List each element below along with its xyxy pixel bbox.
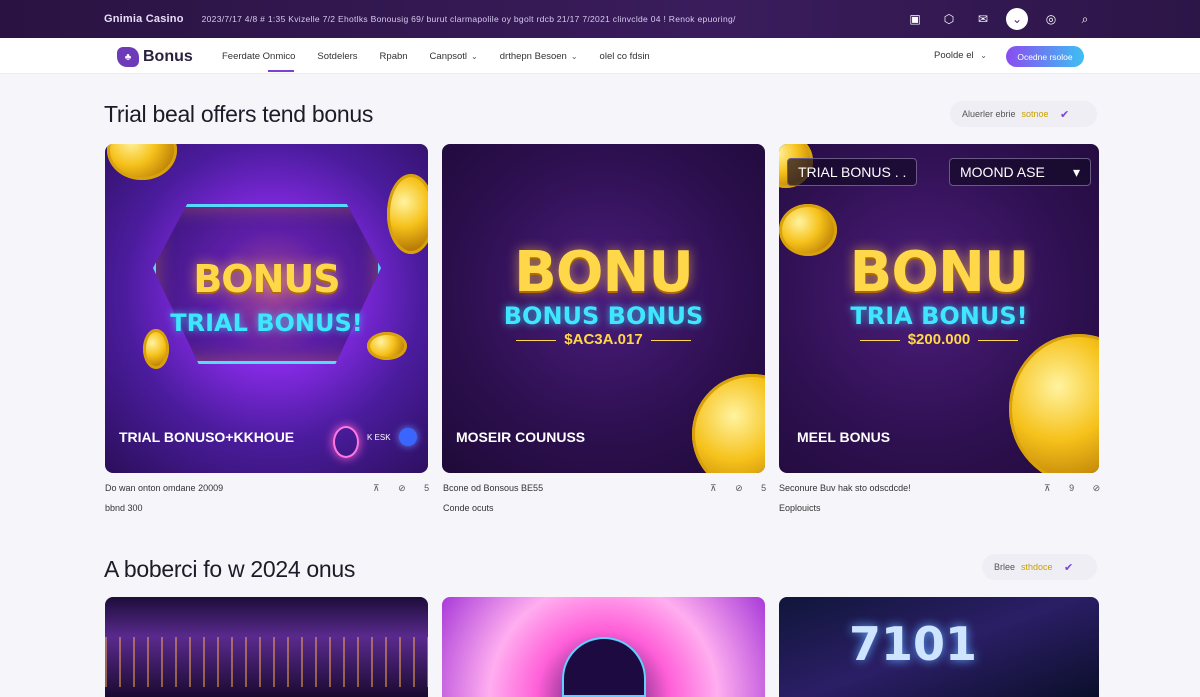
card-badge: K ESK	[367, 433, 391, 442]
brand-name[interactable]: Gnimia Casino	[104, 13, 184, 25]
nav-item-label: Feerdate Onmico	[222, 50, 296, 62]
nav-item-label: drthepn Besoen	[499, 50, 567, 62]
nav-item[interactable]: Feerdate Onmico	[222, 38, 295, 74]
card-stats[interactable]: ⊼ ⊘ 5	[373, 483, 437, 494]
top-bar: Gnimia Casino 2023/7/17 4/8 # 1:35 Kvize…	[0, 0, 1200, 38]
card-stats[interactable]: ⊼ 9 ⊘	[1044, 483, 1108, 494]
nav-item-label: Sotdelers	[317, 50, 358, 62]
card-stats[interactable]: ⊼ ⊘ 5	[710, 483, 774, 494]
dropdown-value: MOOND ASE	[960, 164, 1045, 180]
card-subtitle: BONUS BONUS	[503, 302, 704, 330]
light-stripes	[105, 637, 428, 687]
ticker-text: 2023/7/17 4/8 # 1:35 Kvizelle 7/2 Ehotlk…	[201, 14, 736, 24]
card-title: BONUS	[193, 257, 340, 301]
filter-pill[interactable]: Aluerler ebrie sotnoe ✔	[950, 101, 1097, 127]
check-icon: ✔	[1063, 561, 1074, 574]
coin-image	[387, 174, 428, 254]
bonus-dropdown[interactable]: MOOND ASE ▾	[949, 158, 1091, 186]
card-meta: Seconure Buv hak sto odscdcde!	[779, 483, 911, 493]
globe-icon[interactable]: ◎	[1040, 8, 1062, 30]
nav-item-label: Rpabn	[379, 50, 408, 62]
coin-image	[107, 144, 177, 180]
filter-value: sthdoce	[1021, 562, 1053, 572]
chevron-down-icon[interactable]: ⌄	[1006, 8, 1028, 30]
card-amount: $AC3A.017	[442, 331, 765, 348]
card-label: MOSEIR COUNUSS	[456, 429, 586, 445]
card-title: BONU	[514, 240, 694, 305]
card-subtitle: TRIAL BONUS!	[170, 309, 363, 337]
chevron-down-icon: ⌄	[471, 51, 478, 61]
nav-item[interactable]: olel co fdsin	[600, 38, 650, 74]
promo-card[interactable]	[442, 597, 765, 697]
nav-dropdown[interactable]: Poolde el ⌄	[934, 50, 987, 61]
filter-pill[interactable]: Brlee sthdoce ✔	[982, 554, 1097, 580]
nav-item-label: Canpsotl	[429, 50, 468, 62]
card-label: MEEL BONUS	[797, 429, 891, 445]
promo-card[interactable]	[105, 597, 428, 697]
card-meta-secondary: bbnd 300	[105, 503, 143, 513]
nav-item[interactable]: Rpabn	[380, 38, 408, 74]
nav-item[interactable]: drthepn Besoen ⌄	[500, 38, 578, 74]
chevron-down-icon: ⌄	[980, 51, 987, 60]
nav-items: Feerdate Onmico Sotdelers Rpabn Canpsotl…	[222, 38, 672, 74]
logo-text: Bonus	[143, 48, 193, 65]
trial-bonus-tag[interactable]: TRIAL BONUS . .	[787, 158, 918, 186]
logo[interactable]: ♣ Bonus	[117, 47, 193, 67]
coin-image	[1009, 334, 1099, 473]
chip-icon	[333, 426, 359, 458]
bonus-card[interactable]: BONU BONUS BONUS $AC3A.017 MOSEIR COUNUS…	[442, 144, 765, 473]
search-icon[interactable]: ⌕	[1074, 8, 1096, 30]
filter-value: sotnoe	[1021, 109, 1049, 119]
nav-item[interactable]: Sotdelers	[317, 38, 357, 74]
filter-label: Aluerler ebrie	[962, 109, 1016, 119]
coin-image	[692, 374, 765, 473]
logo-mark-icon: ♣	[117, 47, 139, 67]
check-icon: ✔	[1059, 108, 1070, 121]
card-meta-secondary: Conde ocuts	[443, 503, 494, 513]
wallet-icon[interactable]: ▣	[904, 8, 926, 30]
card-label: TRIAL BONUSO+KKHOUE	[119, 429, 295, 445]
neon-sign: 7101	[849, 617, 978, 671]
section-title: Trial beal offers tend bonus	[104, 101, 374, 127]
card-meta-secondary: Eoplouicts	[779, 503, 821, 513]
top-icons: ▣ ⬡ ✉ ⌄ ◎ ⌕	[904, 8, 1096, 30]
cta-button[interactable]: Ocedne rsoloe	[1006, 46, 1084, 67]
wheel-image	[562, 637, 646, 697]
bonus-card[interactable]: BONUS TRIAL BONUS! TRIAL BONUSO+KKHOUE K…	[105, 144, 428, 473]
mail-icon[interactable]: ✉	[972, 8, 994, 30]
chevron-down-icon: ⌄	[570, 51, 578, 61]
bonus-card[interactable]: TRIAL BONUS . . MOOND ASE ▾ BONU TRIA BON…	[779, 144, 1099, 473]
shield-icon[interactable]: ⬡	[938, 8, 960, 30]
card-meta: Bcone od Bonsous BE55	[443, 483, 544, 493]
main-nav: ♣ Bonus Feerdate Onmico Sotdelers Rpabn …	[0, 38, 1200, 74]
nav-dropdown-label: Poolde el	[934, 50, 974, 61]
nav-item-label: olel co fdsin	[599, 50, 650, 62]
filter-label: Brlee	[994, 562, 1016, 572]
card-title: BONU	[849, 240, 1030, 305]
section-title: A boberci fo w 2024 onus	[104, 556, 356, 582]
promo-card[interactable]: 7101	[779, 597, 1099, 697]
caret-down-icon: ▾	[1072, 163, 1080, 180]
card-meta: Do wan onton omdane 20009	[105, 483, 224, 493]
info-icon[interactable]	[399, 428, 417, 446]
card-subtitle: TRIA BONUS!	[850, 302, 1028, 330]
nav-item[interactable]: Canpsotl ⌄	[430, 38, 478, 74]
